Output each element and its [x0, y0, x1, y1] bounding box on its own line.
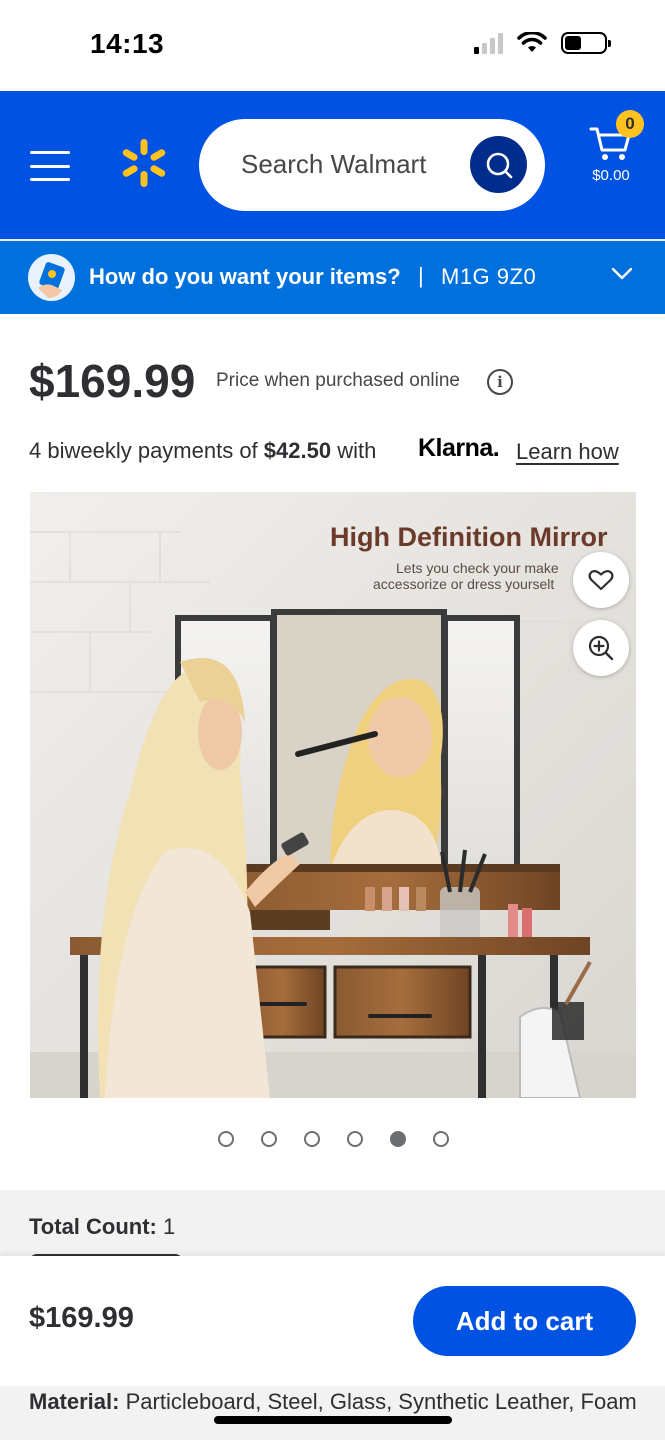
cellular-signal-icon	[474, 32, 503, 54]
delivery-separator: |	[418, 263, 424, 288]
add-to-cart-button[interactable]: Add to cart	[413, 1286, 636, 1356]
site-header: Search Walmart 0 $0.00	[0, 91, 665, 239]
total-count-value: 1	[163, 1214, 176, 1239]
image-heading: High Definition Mirror	[330, 522, 608, 552]
walmart-spark-logo[interactable]	[118, 137, 170, 189]
carousel-dot-2[interactable]	[261, 1131, 277, 1147]
carousel-dot-4[interactable]	[347, 1131, 363, 1147]
klarna-with: with	[337, 438, 377, 463]
klarna-logo: Klarna.	[418, 434, 500, 462]
wifi-icon	[517, 32, 547, 52]
heart-icon	[588, 570, 614, 591]
total-count: Total Count: 1	[29, 1214, 175, 1240]
learn-how-link[interactable]: Learn how	[516, 439, 619, 465]
product-price: $169.99	[29, 355, 196, 407]
carousel-dot-6[interactable]	[433, 1131, 449, 1147]
cart-button[interactable]: 0 $0.00	[584, 110, 644, 207]
search-placeholder: Search Walmart	[241, 149, 427, 179]
battery-icon	[561, 32, 611, 54]
klarna-offer: 4 biweekly payments of $42.50 with	[29, 438, 376, 464]
carousel-dots	[218, 1131, 449, 1147]
price-note: Price when purchased online	[216, 370, 460, 391]
carousel-dot-1[interactable]	[218, 1131, 234, 1147]
cart-count-badge: 0	[616, 110, 644, 138]
search-button[interactable]	[470, 136, 527, 193]
zoom-in-icon	[588, 635, 614, 661]
sticky-add-to-cart-bar: $169.99 Add to cart	[0, 1256, 665, 1386]
status-icons	[474, 32, 611, 54]
klarna-amount: $42.50	[263, 438, 332, 463]
material-label: Material:	[29, 1389, 120, 1414]
sticky-price: $169.99	[29, 1302, 134, 1334]
total-count-label: Total Count:	[29, 1214, 157, 1239]
product-image[interactable]: High Definition Mirror Lets you check yo…	[30, 492, 636, 1098]
image-subtext-line-2: accessorize or dress yourselt	[373, 576, 555, 592]
cart-total: $0.00	[592, 167, 630, 184]
home-indicator[interactable]	[214, 1416, 452, 1424]
menu-icon[interactable]	[30, 151, 70, 181]
fulfillment-selector[interactable]: How do you want your items? | M1G 9Z0	[0, 241, 665, 314]
carousel-dot-5[interactable]	[390, 1131, 406, 1147]
delivery-options-icon	[28, 254, 75, 301]
klarna-prefix: 4 biweekly payments of	[29, 438, 258, 463]
image-subtext-line-1: Lets you check your make	[396, 560, 559, 576]
info-icon[interactable]: i	[487, 369, 513, 395]
delivery-prompt: How do you want your items?	[89, 264, 401, 289]
material-value: Particleboard, Steel, Glass, Synthetic L…	[125, 1389, 637, 1414]
favorite-button[interactable]	[573, 552, 629, 608]
carousel-dot-3[interactable]	[304, 1131, 320, 1147]
zoom-button[interactable]	[573, 620, 629, 676]
search-icon	[486, 152, 512, 178]
status-bar: 14:13	[0, 0, 665, 90]
chevron-down-icon	[611, 267, 633, 280]
postal-code: M1G 9Z0	[441, 264, 537, 289]
status-time: 14:13	[90, 28, 165, 59]
material-spec: Material: Particleboard, Steel, Glass, S…	[29, 1387, 639, 1416]
search-input[interactable]: Search Walmart	[199, 119, 545, 211]
